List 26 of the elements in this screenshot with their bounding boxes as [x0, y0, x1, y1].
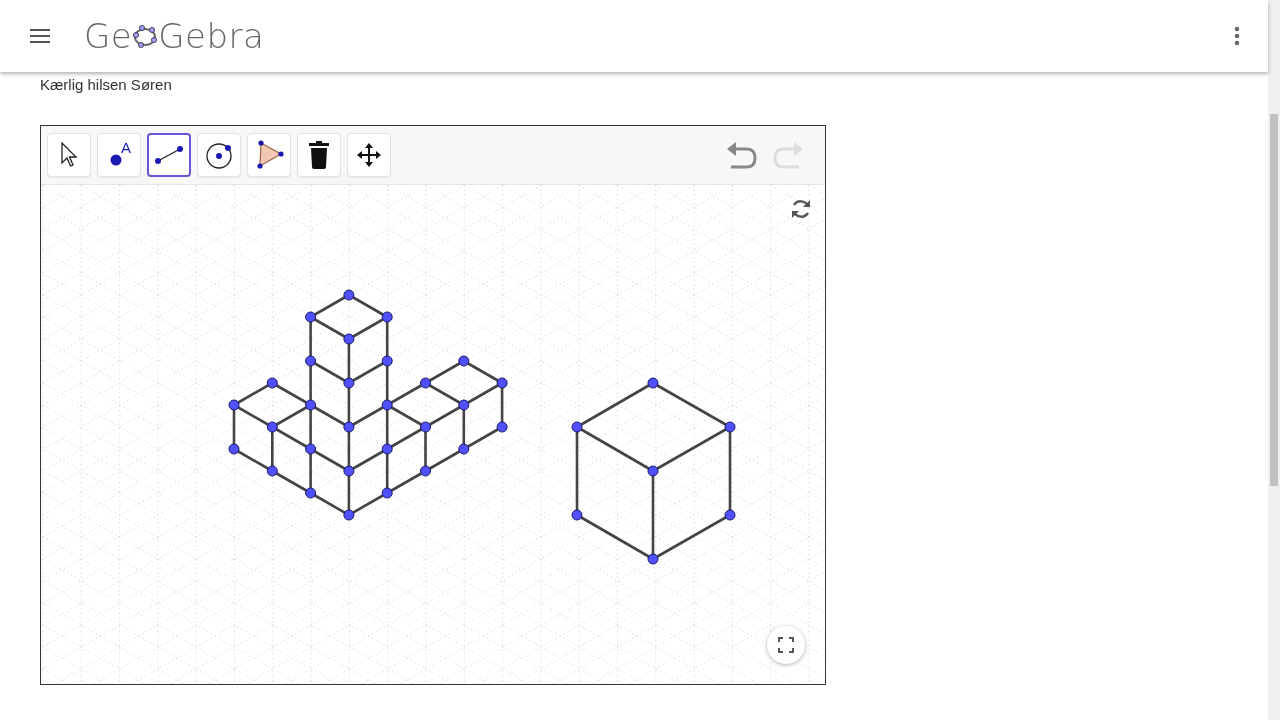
tool-button[interactable] [147, 133, 191, 177]
circle-icon [204, 140, 234, 170]
menu-icon [30, 29, 50, 43]
more-options-button[interactable] [1234, 26, 1240, 46]
point-label-glyph: A [121, 139, 131, 156]
redo-icon [771, 140, 805, 170]
scrollbar-thumb[interactable] [1270, 114, 1278, 486]
undo-icon [725, 140, 759, 170]
greeting-text: Kærlig hilsen Søren [40, 76, 173, 93]
fullscreen-button[interactable] [767, 626, 805, 664]
refresh-icon [789, 197, 813, 221]
segment-icon [154, 145, 184, 165]
logo-text: Ge [84, 16, 133, 56]
more-icon [1234, 26, 1240, 46]
reset-button[interactable] [789, 197, 813, 221]
fullscreen-icon [778, 637, 794, 653]
tool-button[interactable]: A [97, 133, 141, 177]
logo-icon [132, 24, 159, 48]
arrow-cursor-icon [60, 142, 78, 168]
undo-button[interactable] [725, 140, 759, 170]
trash-icon [308, 141, 330, 169]
menu-button[interactable] [30, 29, 50, 43]
point-icon [109, 153, 123, 167]
logo-text: Gebra [158, 16, 265, 56]
scrollbar[interactable] [1268, 0, 1280, 720]
move-arrows-icon [356, 142, 382, 168]
